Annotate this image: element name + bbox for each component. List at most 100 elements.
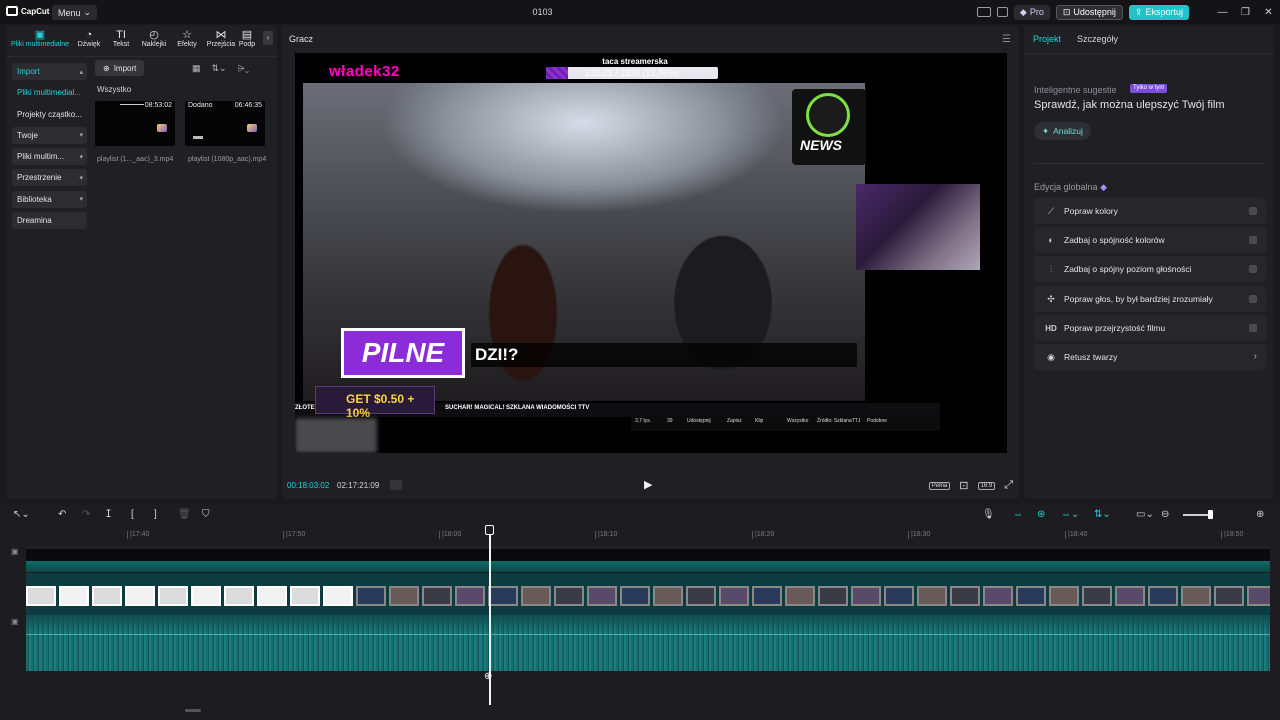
option-toggle[interactable]	[1249, 207, 1257, 215]
overlay-track[interactable]	[26, 546, 1270, 562]
microphone-icon[interactable]: 🎙	[982, 509, 995, 520]
layout-icon[interactable]	[976, 7, 991, 17]
effects-icon: ☆	[182, 29, 192, 41]
shield-icon[interactable]: ⛉	[202, 509, 210, 520]
close-icon[interactable]: ✕	[1257, 7, 1280, 18]
timeline-scrollbar[interactable]	[185, 709, 201, 712]
option-volume-level[interactable]: ⫶ Zadbaj o spójny poziom głośności	[1034, 256, 1266, 282]
option-toggle[interactable]	[1249, 265, 1257, 273]
minimize-icon[interactable]: —	[1211, 7, 1234, 18]
audio-volume-line[interactable]	[26, 634, 1270, 635]
delete-icon[interactable]: 🗑	[178, 509, 191, 520]
quality-button[interactable]: Pełna	[928, 481, 951, 490]
video-frame-thumbnail	[785, 586, 815, 606]
video-frame-thumbnail	[389, 586, 419, 606]
share-button[interactable]: ⊡ Udostępnij	[1055, 4, 1123, 20]
ruler-tick: |18:20	[751, 531, 775, 539]
play-icon[interactable]: ▶	[644, 478, 652, 491]
tab-captions[interactable]: ▤ Podp	[238, 28, 256, 54]
export-button[interactable]: ⇪ Eksportuj	[1128, 4, 1189, 20]
video-track[interactable]	[26, 573, 1270, 615]
tab-transitions[interactable]: ⋈ Przejścia	[204, 28, 238, 54]
maximize-icon[interactable]: ❐	[1234, 7, 1257, 18]
screenshot-icon[interactable]: ⊡	[959, 479, 968, 492]
video-preview[interactable]: władek32 taca streamerska 232.21 / 1820 …	[295, 53, 1007, 453]
project-title: 0103	[532, 7, 553, 17]
nav-particle-projects[interactable]: Projekty cząstko...	[12, 106, 87, 123]
trim-left-icon[interactable]: [	[131, 509, 134, 520]
filter-icon[interactable]: ⩥⌄	[238, 63, 249, 74]
tabs-scroll-right-icon[interactable]: ›	[263, 31, 273, 45]
nav-media-files-2[interactable]: Pliki multim... ▾	[12, 148, 87, 166]
tab-audio[interactable]: ◔ Dźwięk	[74, 28, 104, 54]
import-button[interactable]: ⊕ Import	[95, 60, 145, 76]
chevron-right-icon: ›	[1253, 351, 1257, 362]
tab-stickers[interactable]: ◴ Naklejki	[138, 28, 170, 54]
link-main-track-icon[interactable]: ⇔	[1013, 509, 1023, 520]
hamburger-menu-icon[interactable]: ☰	[1002, 34, 1011, 45]
analyze-button[interactable]: ✦ Analizuj	[1034, 122, 1091, 140]
option-face-retouch[interactable]: ◉ Retusz twarzy ›	[1034, 344, 1266, 370]
tab-details[interactable]: Szczegóły	[1077, 34, 1118, 44]
tab-project[interactable]: Projekt	[1033, 34, 1061, 44]
headline-text: DZI!?	[471, 343, 857, 367]
timecode-toggle-icon[interactable]	[390, 480, 402, 490]
nav-media-files[interactable]: Pliki multimedial...	[12, 84, 87, 101]
split-icon[interactable]: ⵊ	[106, 509, 111, 520]
redo-icon[interactable]: ↷	[82, 509, 90, 520]
trim-right-icon[interactable]: ]	[154, 509, 157, 520]
media-clip[interactable]: Dodano 06:46:35	[185, 101, 265, 146]
zoom-out-icon[interactable]: ⊖	[1161, 509, 1169, 520]
option-toggle[interactable]	[1249, 295, 1257, 303]
track-icon[interactable]: ▣	[11, 617, 19, 626]
zoom-in-icon[interactable]: ⊕	[1256, 509, 1264, 520]
clip-thumbnail	[193, 136, 203, 139]
video-frame-thumbnail	[191, 586, 221, 606]
video-frame-thumbnail	[125, 586, 155, 606]
track-icon[interactable]: ▣	[11, 547, 19, 556]
fullscreen-icon[interactable]: ⤢	[1004, 479, 1013, 492]
option-label: Popraw kolory	[1064, 206, 1118, 216]
nav-import[interactable]: Import ▴	[12, 63, 87, 80]
option-toggle[interactable]	[1249, 324, 1257, 332]
option-video-clarity[interactable]: HD Popraw przejrzystość filmu	[1034, 315, 1266, 341]
clip-duration: 08:53:02	[144, 102, 172, 109]
magnet-icon[interactable]: ⊛	[1037, 509, 1045, 520]
option-toggle[interactable]	[1249, 236, 1257, 244]
sort-icon[interactable]: ⇅⌄	[212, 63, 227, 74]
tab-media[interactable]: ▣ Pliki multimedialne	[6, 28, 74, 54]
pro-button[interactable]: ◆ Pro	[1013, 4, 1050, 20]
undo-icon[interactable]: ↶	[58, 509, 66, 520]
option-fix-colors[interactable]: ⟋ Popraw kolory	[1034, 198, 1266, 224]
option-voice-enhance[interactable]: ✣ Popraw głos, by był bardziej zrozumiały	[1034, 286, 1266, 312]
video-frame-thumbnail	[719, 586, 749, 606]
media-clip[interactable]: 08:53:02	[95, 101, 175, 146]
select-tool-icon[interactable]: ↖⌄	[13, 509, 30, 520]
overlay-track-clip[interactable]	[26, 561, 1270, 572]
preview-axis-icon[interactable]: ⇅⌄	[1094, 509, 1111, 520]
nav-yours[interactable]: Twoje ▾	[12, 126, 87, 144]
tab-effects[interactable]: ☆ Efekty	[170, 28, 204, 54]
zoom-slider-knob[interactable]	[1208, 510, 1213, 519]
nav-library[interactable]: Biblioteka ▾	[12, 190, 87, 208]
pro-label: Pro	[1029, 7, 1044, 17]
option-color-match[interactable]: ◐ Zadbaj o spójność kolorów	[1034, 227, 1266, 253]
title-bar: CapCut Menu ⌄ 0103 ◆ Pro ⊡ Udostępnij ⇪ Eksp…	[0, 0, 1280, 24]
nav-label: Dreamina	[17, 216, 52, 226]
nav-spaces[interactable]: Przestrzenie ▾	[12, 169, 87, 187]
playhead-drag-icon[interactable]: ⊕	[484, 671, 492, 682]
timeline-ruler[interactable]: |17:40 |17:50 |18:00 |18:10 |18:20 |18:3…	[26, 525, 1280, 545]
shortcuts-icon[interactable]	[996, 7, 1008, 17]
video-frame-thumbnail	[653, 586, 683, 606]
clip-thumbnail	[247, 124, 257, 132]
link-clips-icon[interactable]: ⇔⌄	[1061, 509, 1079, 520]
tab-label: Dźwięk	[77, 41, 101, 48]
caption-track-icon[interactable]: ▭⌄	[1136, 509, 1154, 520]
grid-view-icon[interactable]: ▦	[192, 63, 201, 74]
hd-icon: HD	[1045, 323, 1057, 333]
playhead-handle[interactable]	[485, 525, 494, 535]
aspect-ratio-button[interactable]: 16:9	[977, 481, 996, 490]
nav-dreamina[interactable]: Dreamina	[12, 212, 87, 230]
tab-text[interactable]: TI Tekst	[104, 28, 138, 54]
video-frame-thumbnail	[158, 586, 188, 606]
